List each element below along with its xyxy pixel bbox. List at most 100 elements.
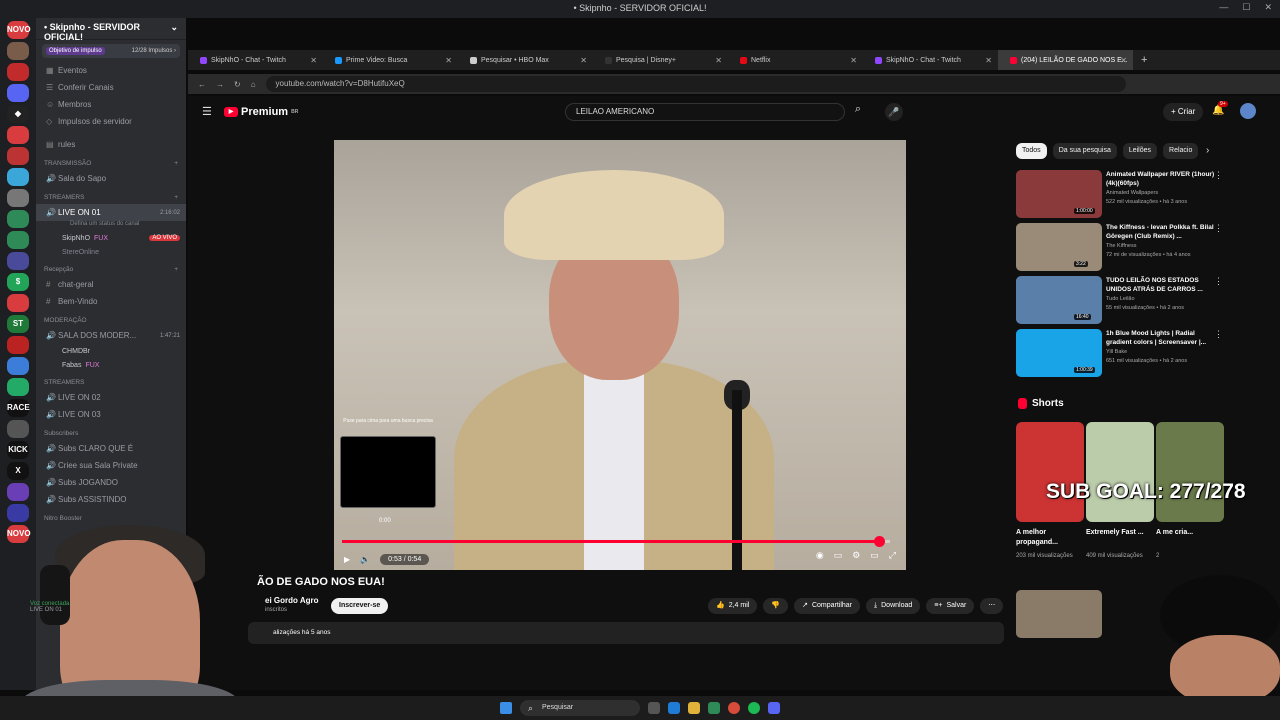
browser-tab[interactable]: (204) LEILÃO DE GADO NOS E... ✕	[998, 50, 1133, 70]
channel-live-on-01[interactable]: 🔊 LIVE ON 01 2:16:02	[36, 204, 186, 221]
browser-tab[interactable]: SkipNhO - Chat - Twitch ✕	[188, 50, 323, 70]
theater-icon[interactable]: ▭	[870, 550, 879, 561]
recommendation-item[interactable]: 16:40 TUDO LEILÃO NOS ESTADOS UNIDOS ATRÁ…	[1016, 276, 1226, 324]
plus-icon[interactable]: +	[174, 266, 178, 273]
more-vert-icon[interactable]: ⋮	[1214, 170, 1223, 181]
server-icon[interactable]: RACE	[7, 399, 30, 417]
youtube-logo[interactable]: ▶ Premium BR	[224, 106, 298, 118]
channel-sub-2[interactable]: 🔊 Criee sua Sala Private	[36, 457, 186, 474]
progress-knob[interactable]	[874, 536, 886, 547]
description-box[interactable]	[248, 622, 1004, 644]
autoplay-icon[interactable]: ◉	[816, 550, 824, 561]
recommendation-item[interactable]: 3:22 The Kiffness - Ievan Polkka ft. Bila…	[1016, 223, 1226, 271]
category-streamers[interactable]: STREAMERS +	[36, 191, 186, 204]
plus-icon[interactable]: +	[174, 194, 178, 201]
new-tab-icon[interactable]: +	[1133, 54, 1147, 66]
server-icon[interactable]	[7, 378, 29, 396]
more-button[interactable]: ⋯	[980, 598, 1004, 614]
more-vert-icon[interactable]: ⋮	[1214, 276, 1223, 287]
video-player[interactable]: Puxe para cima para uma busca precisa 0:…	[334, 140, 906, 570]
channel-sub-3[interactable]: 🔊 Subs JOGANDO	[36, 474, 186, 491]
channel-browse[interactable]: ☰ Conferir Canais	[36, 79, 186, 96]
server-icon[interactable]	[7, 126, 29, 144]
more-vert-icon[interactable]: ⋮	[1214, 329, 1223, 340]
close-tab-icon[interactable]: ✕	[985, 56, 992, 65]
channel-sala-sapo[interactable]: 🔊 Sala do Sapo	[36, 170, 186, 187]
server-icon[interactable]	[7, 147, 29, 165]
chrome-icon[interactable]	[728, 702, 740, 714]
channel-boosts[interactable]: ◇ Impulsos de servidor	[36, 113, 186, 130]
filter-chip[interactable]: Da sua pesquisa	[1052, 143, 1117, 159]
short-thumbnail[interactable]	[1086, 422, 1154, 522]
mic-icon[interactable]: 🎤	[885, 103, 903, 121]
create-button[interactable]: + Criar	[1163, 103, 1204, 121]
server-icon[interactable]: ◆	[7, 105, 29, 123]
server-icon[interactable]	[7, 210, 29, 228]
browser-tab[interactable]: Pesquisa | Disney+ ✕	[593, 50, 728, 70]
task-view-icon[interactable]	[648, 702, 660, 714]
bell-icon[interactable]: 🔔 9+	[1212, 101, 1228, 116]
server-icon[interactable]	[7, 294, 29, 312]
short-thumbnail[interactable]	[1016, 422, 1084, 522]
voice-user[interactable]: StereOnline	[36, 245, 186, 259]
category-moderacao[interactable]: MODERAÇÃO	[36, 314, 186, 327]
home-icon[interactable]: ⌂	[251, 80, 256, 89]
server-icon[interactable]: $	[7, 273, 29, 291]
server-icon[interactable]	[7, 420, 29, 438]
channel-live-on-02[interactable]: 🔊 LIVE ON 02	[36, 389, 186, 406]
save-button[interactable]: ≡+ Salvar	[926, 598, 975, 614]
server-icon[interactable]: KICK	[7, 441, 29, 459]
close-tab-icon[interactable]: ✕	[445, 56, 452, 65]
channel-bem-vindo[interactable]: # Bem-Vindo	[36, 293, 186, 310]
close-tab-icon[interactable]: ✕	[850, 56, 857, 65]
channel-sub-1[interactable]: 🔊 Subs CLARO QUE É	[36, 440, 186, 457]
minimize-icon[interactable]: —	[1219, 2, 1228, 13]
channel-name[interactable]: ei Gordo Agro	[265, 596, 318, 605]
close-tab-icon[interactable]: ✕	[1120, 56, 1127, 65]
channel-events[interactable]: ▦ Eventos	[36, 62, 186, 79]
recommendation-item[interactable]: 1:00:00 Animated Wallpaper RIVER (1hour)(…	[1016, 170, 1226, 218]
channel-live-on-03[interactable]: 🔊 LIVE ON 03	[36, 406, 186, 423]
channel-rules[interactable]: ▤ rules	[36, 136, 186, 153]
search-input[interactable]: LEILAO AMERICANO	[565, 103, 845, 121]
server-icon[interactable]: ST	[7, 315, 29, 333]
server-icon[interactable]	[7, 483, 29, 501]
boost-goal[interactable]: Objetivo de impulso 12/28 Impulsos ›	[42, 44, 180, 58]
filter-chip[interactable]: Todos	[1016, 143, 1047, 159]
server-icon[interactable]: X	[7, 462, 29, 480]
spotify-icon[interactable]	[748, 702, 760, 714]
browser-tab[interactable]: SkipNhO - Chat - Twitch ✕	[863, 50, 998, 70]
server-header[interactable]: • Skipnho - SERVIDOR OFICIAL! ⌄	[36, 18, 186, 42]
download-button[interactable]: ⤓ Download	[866, 598, 921, 614]
server-icon[interactable]	[7, 63, 29, 81]
server-icon[interactable]	[7, 357, 29, 375]
browser-tab[interactable]: Pesquisar • HBO Max ✕	[458, 50, 593, 70]
server-icon[interactable]	[7, 189, 29, 207]
server-icon[interactable]: NOVO	[7, 21, 31, 39]
category-recepcao[interactable]: Recepção +	[36, 263, 186, 276]
server-icon[interactable]	[7, 168, 29, 186]
chevron-right-icon[interactable]: ›	[1206, 145, 1209, 156]
voice-user[interactable]: CHMDBr	[36, 344, 186, 358]
folder-icon[interactable]	[688, 702, 700, 714]
voice-connected[interactable]: Voz conectada LIVE ON 01	[30, 601, 69, 613]
menu-icon[interactable]: ☰	[202, 105, 212, 118]
fullscreen-icon[interactable]: ⤢	[889, 550, 896, 561]
category-transmissao[interactable]: TRANSMISSÃO +	[36, 157, 186, 170]
discord-icon[interactable]	[768, 702, 780, 714]
dislike-button[interactable]: 👎	[763, 598, 789, 614]
category-subscribers[interactable]: Subscribers	[36, 427, 186, 440]
server-icon[interactable]	[7, 42, 29, 60]
close-tab-icon[interactable]: ✕	[715, 56, 722, 65]
subtitles-icon[interactable]: ▭	[834, 550, 843, 561]
close-icon[interactable]: ✕	[1264, 2, 1272, 13]
edge-icon[interactable]	[668, 702, 680, 714]
maximize-icon[interactable]: ☐	[1242, 2, 1250, 13]
browser-tab[interactable]: Prime Video: Busca ✕	[323, 50, 458, 70]
recommendation-item[interactable]: 1:00:39 1h Blue Mood Lights | Radial grad…	[1016, 329, 1226, 377]
close-tab-icon[interactable]: ✕	[580, 56, 587, 65]
plus-icon[interactable]: +	[174, 160, 178, 167]
volume-icon[interactable]: 🔈	[360, 555, 370, 564]
channel-sala-mod[interactable]: 🔊 SALA DOS MODER... 1:47:21	[36, 327, 186, 344]
subscribe-button[interactable]: Inscrever-se	[331, 598, 389, 614]
